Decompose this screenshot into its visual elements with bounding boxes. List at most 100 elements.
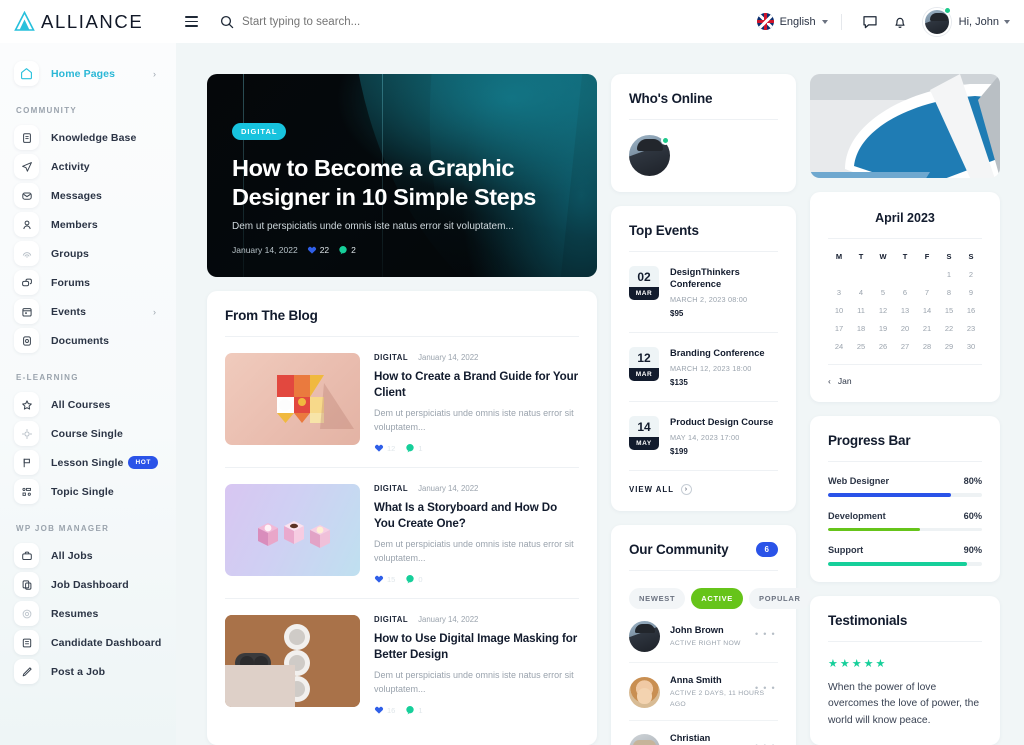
more-options-icon[interactable]: • • • (755, 683, 776, 693)
view-all-events-link[interactable]: VIEW ALL › (629, 471, 778, 496)
search-box[interactable] (220, 15, 757, 29)
rating-stars: ★★★★★ (828, 657, 888, 670)
calendar-day[interactable]: 1 (938, 270, 960, 279)
tab-newest[interactable]: NEWEST (629, 588, 686, 610)
hero-featured-post[interactable]: DIGITAL How to Become a Graphic Designer… (207, 74, 597, 278)
calendar-day[interactable]: 6 (894, 288, 916, 297)
calendar-day[interactable]: 15 (938, 306, 960, 315)
blog-likes[interactable]: 15 (374, 574, 395, 584)
calendar-day[interactable]: 23 (960, 324, 982, 333)
calendar-day[interactable]: 20 (894, 324, 916, 333)
list-item[interactable]: DIGITAL January 14, 2022 What Is a Story… (225, 468, 579, 600)
blog-title[interactable]: How to Create a Brand Guide for Your Cli… (374, 369, 579, 400)
sidebar-item-knowledge-base[interactable]: Knowledge Base (0, 123, 176, 152)
online-member[interactable] (629, 135, 670, 176)
calendar-day[interactable]: 10 (828, 306, 850, 315)
logo[interactable]: ALLIANCE (0, 11, 176, 33)
calendar-day[interactable]: 13 (894, 306, 916, 315)
tab-popular[interactable]: POPULAR (749, 588, 811, 610)
sidebar-item-lesson-single[interactable]: Lesson Single HOT (0, 448, 176, 477)
user-menu[interactable]: Hi, John (959, 16, 1010, 28)
sidebar-item-topic-single[interactable]: Topic Single (0, 477, 176, 506)
calendar-day[interactable]: 22 (938, 324, 960, 333)
calendar-day[interactable]: 14 (916, 306, 938, 315)
sidebar-item-documents[interactable]: Documents (0, 326, 176, 355)
blog-likes[interactable]: 12 (374, 443, 395, 453)
sidebar-item-messages[interactable]: Messages (0, 181, 176, 210)
blog-comments[interactable]: 0 (405, 574, 423, 584)
blog-comments[interactable]: 1 (405, 443, 423, 453)
calendar-day[interactable]: 5 (872, 288, 894, 297)
sidebar-item-activity[interactable]: Activity (0, 152, 176, 181)
sidebar-item-forums[interactable]: Forums (0, 268, 176, 297)
blog-likes[interactable]: 16 (374, 705, 395, 715)
calendar-day[interactable]: 2 (960, 270, 982, 279)
calendar-day[interactable]: 24 (828, 342, 850, 351)
search-input[interactable] (242, 15, 482, 28)
calendar-day[interactable]: 11 (850, 306, 872, 315)
hero-likes[interactable]: 22 (307, 245, 329, 255)
calendar-day[interactable]: 12 (872, 306, 894, 315)
blog-comments[interactable]: 1 (405, 705, 423, 715)
progress-track (828, 527, 982, 532)
calendar-day[interactable]: 30 (960, 342, 982, 351)
member-name[interactable]: Anna Smith (670, 675, 768, 685)
sidebar-item-course-single[interactable]: Course Single (0, 419, 176, 448)
calendar-day[interactable]: 17 (828, 324, 850, 333)
calendar-icon (14, 299, 39, 324)
calendar-day[interactable]: 8 (938, 288, 960, 297)
sidebar-item-post-a-job[interactable]: Post a Job (0, 657, 176, 686)
language-selector[interactable]: English (756, 13, 828, 30)
list-item[interactable]: DIGITAL January 14, 2022 How to Create a… (225, 337, 579, 469)
messages-icon[interactable] (855, 14, 885, 30)
sidebar-item-groups[interactable]: Groups (0, 239, 176, 268)
calendar-prev-month[interactable]: ‹ Jan (828, 364, 982, 386)
member-name[interactable]: John Brown (670, 625, 741, 635)
calendar-day[interactable]: 27 (894, 342, 916, 351)
blog-title[interactable]: What Is a Storyboard and How Do You Crea… (374, 500, 579, 531)
sidebar-item-resumes[interactable]: Resumes (0, 599, 176, 628)
top-header: ALLIANCE English Hi, John (0, 0, 1024, 43)
event-title[interactable]: DesignThinkers Conference (670, 266, 778, 290)
sidebar-item-all-courses[interactable]: All Courses (0, 390, 176, 419)
sidebar-item-events[interactable]: Events › (0, 297, 176, 326)
avatar[interactable] (922, 6, 951, 36)
calendar-day[interactable]: 3 (828, 288, 850, 297)
list-item[interactable]: John Brown ACTIVE RIGHT NOW • • • (629, 609, 778, 664)
member-name[interactable]: Christian (670, 733, 768, 743)
sidebar-item-home-pages[interactable]: Home Pages › (0, 59, 176, 88)
bell-icon[interactable] (885, 14, 915, 30)
list-item[interactable]: 14 MAY Product Design Course MAY 14, 202… (629, 402, 778, 472)
calendar-day[interactable]: 4 (850, 288, 872, 297)
calendar-day[interactable]: 19 (872, 324, 894, 333)
calendar-day[interactable]: 16 (960, 306, 982, 315)
more-options-icon[interactable]: • • • (755, 741, 776, 745)
calendar-day[interactable]: 9 (960, 288, 982, 297)
list-item[interactable]: Christian ACTIVE 5 MONTHS, 2 WEEKS AGO •… (629, 721, 778, 745)
calendar-day[interactable]: 25 (850, 342, 872, 351)
calendar-day[interactable]: 28 (916, 342, 938, 351)
sidebar-item-job-dashboard[interactable]: Job Dashboard (0, 570, 176, 599)
sidebar-item-members[interactable]: Members (0, 210, 176, 239)
calendar-day[interactable]: 18 (850, 324, 872, 333)
calendar-day[interactable]: 7 (916, 288, 938, 297)
blog-thumbnail (225, 484, 360, 577)
calendar-day[interactable]: 21 (916, 324, 938, 333)
hamburger-icon[interactable] (176, 16, 206, 27)
hero-comments[interactable]: 2 (338, 245, 356, 255)
more-options-icon[interactable]: • • • (755, 629, 776, 639)
sidebar-item-candidate-dashboard[interactable]: Candidate Dashboard (0, 628, 176, 657)
calendar-day[interactable]: 26 (872, 342, 894, 351)
hero-category-badge[interactable]: DIGITAL (232, 123, 287, 141)
blog-title[interactable]: How to Use Digital Image Masking for Bet… (374, 631, 579, 662)
list-item[interactable]: DIGITAL January 14, 2022 How to Use Digi… (225, 599, 579, 729)
tab-active[interactable]: ACTIVE (691, 588, 743, 610)
list-item[interactable]: 12 MAR Branding Conference MARCH 12, 202… (629, 333, 778, 403)
event-title[interactable]: Product Design Course (670, 416, 773, 428)
list-item[interactable]: 02 MAR DesignThinkers Conference MARCH 2… (629, 252, 778, 334)
event-price: $95 (670, 309, 684, 319)
list-item[interactable]: Anna Smith ACTIVE 2 DAYS, 11 HOURS AGO •… (629, 663, 778, 721)
sidebar-item-all-jobs[interactable]: All Jobs (0, 541, 176, 570)
calendar-day[interactable]: 29 (938, 342, 960, 351)
event-title[interactable]: Branding Conference (670, 347, 765, 359)
